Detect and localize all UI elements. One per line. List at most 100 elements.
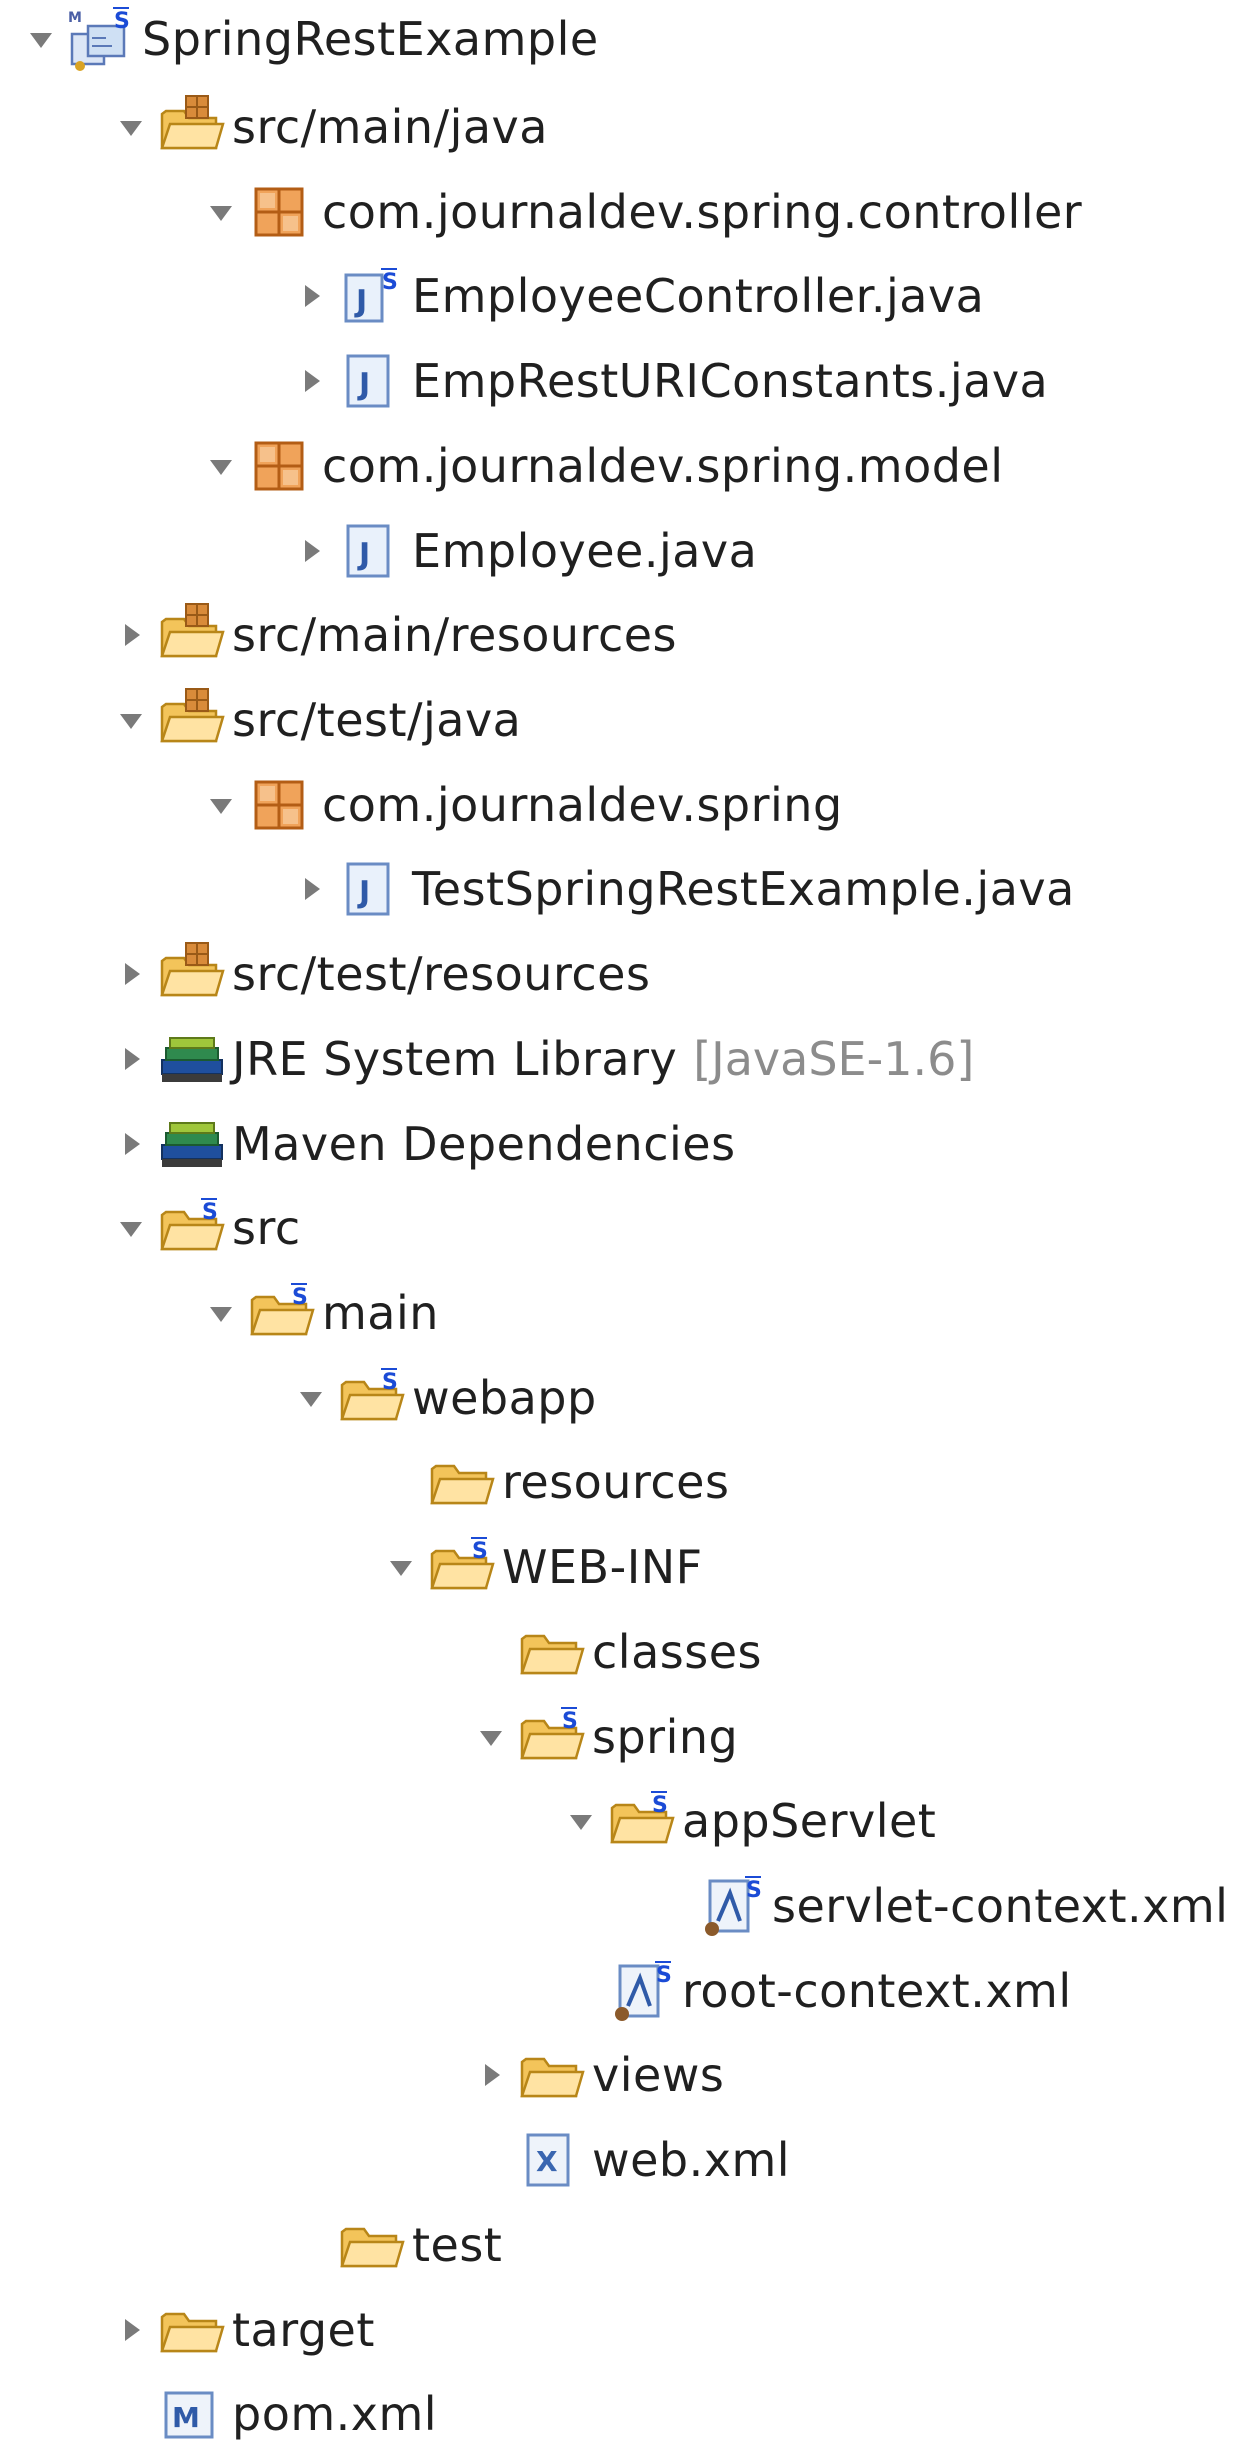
collapsed-arrow-icon[interactable] bbox=[114, 1039, 148, 1079]
tree-item[interactable]: Sservlet-context.xml bbox=[0, 1866, 1246, 1946]
expanded-arrow-icon[interactable] bbox=[204, 192, 238, 232]
spring-maven-project-icon: MS bbox=[62, 4, 140, 74]
library-icon bbox=[152, 1024, 230, 1094]
tree-item[interactable]: JRE System Library [JavaSE-1.6] bbox=[0, 1019, 1246, 1099]
svg-text:M: M bbox=[68, 10, 82, 26]
tree-item[interactable]: Smain bbox=[0, 1273, 1246, 1353]
source-folder-icon bbox=[152, 92, 230, 162]
expanded-arrow-icon[interactable] bbox=[384, 1547, 418, 1587]
expanded-arrow-icon[interactable] bbox=[114, 1208, 148, 1248]
tree-item[interactable]: src/main/resources bbox=[0, 595, 1246, 675]
tree-item[interactable]: Ssrc bbox=[0, 1188, 1246, 1268]
tree-item-decoration: [JavaSE-1.6] bbox=[693, 1032, 975, 1086]
tree-item-label: pom.xml bbox=[232, 2387, 438, 2441]
tree-item[interactable]: J Employee.java bbox=[0, 511, 1246, 591]
collapsed-arrow-icon[interactable] bbox=[294, 531, 328, 571]
folder-icon bbox=[152, 2295, 230, 2365]
collapsed-arrow-icon[interactable] bbox=[474, 2055, 508, 2095]
tree-item-label: spring bbox=[592, 1710, 739, 1764]
collapsed-arrow-icon[interactable] bbox=[294, 361, 328, 401]
tree-item-label: src/main/resources bbox=[232, 608, 678, 662]
svg-text:S: S bbox=[382, 1370, 398, 1395]
tree-item[interactable]: Sspring bbox=[0, 1697, 1246, 1777]
tree-item-label: TestSpringRestExample.java bbox=[412, 862, 1075, 916]
tree-item[interactable]: resources bbox=[0, 1442, 1246, 1522]
spring-java-file-icon: JS bbox=[332, 261, 410, 331]
java-file-icon: J bbox=[332, 346, 410, 416]
tree-item[interactable]: com.journaldev.spring.controller bbox=[0, 172, 1246, 252]
svg-text:S: S bbox=[656, 1963, 672, 1988]
tree-item[interactable]: views bbox=[0, 2035, 1246, 2115]
spring-bean-xml-icon: S bbox=[602, 1956, 680, 2026]
collapsed-arrow-icon[interactable] bbox=[114, 615, 148, 655]
tree-item-label: JRE System Library bbox=[232, 1032, 678, 1086]
collapsed-arrow-icon[interactable] bbox=[114, 1124, 148, 1164]
tree-item[interactable]: src/test/resources bbox=[0, 934, 1246, 1014]
tree-item[interactable]: com.journaldev.spring.model bbox=[0, 426, 1246, 506]
spring-folder-icon: S bbox=[332, 1363, 410, 1433]
folder-icon bbox=[512, 1617, 590, 1687]
tree-item[interactable]: target bbox=[0, 2290, 1246, 2370]
tree-item-label: src bbox=[232, 1201, 301, 1255]
tree-item[interactable]: classes bbox=[0, 1612, 1246, 1692]
tree-item-label: SpringRestExample bbox=[142, 12, 599, 66]
tree-item-label: test bbox=[412, 2218, 503, 2272]
tree-item[interactable]: Maven Dependencies bbox=[0, 1104, 1246, 1184]
tree-item[interactable]: S WEB-INF bbox=[0, 1527, 1246, 1607]
tree-item-label: views bbox=[592, 2048, 725, 2102]
tree-item[interactable]: src/test/java bbox=[0, 680, 1246, 760]
svg-text:M: M bbox=[172, 2401, 200, 2434]
collapsed-arrow-icon[interactable] bbox=[114, 2310, 148, 2350]
expanded-arrow-icon[interactable] bbox=[24, 19, 58, 59]
tree-item[interactable]: Mpom.xml bbox=[0, 2374, 1246, 2454]
tree-item-label: com.journaldev.spring.model bbox=[322, 439, 1004, 493]
collapsed-arrow-icon[interactable] bbox=[294, 276, 328, 316]
spring-folder-icon: S bbox=[602, 1786, 680, 1856]
tree-item[interactable]: Xweb.xml bbox=[0, 2120, 1246, 2200]
collapsed-arrow-icon[interactable] bbox=[114, 954, 148, 994]
svg-text:S: S bbox=[292, 1285, 308, 1310]
folder-icon bbox=[422, 1447, 500, 1517]
tree-item[interactable]: Sroot-context.xml bbox=[0, 1951, 1246, 2031]
expanded-arrow-icon[interactable] bbox=[474, 1717, 508, 1757]
folder-icon bbox=[332, 2210, 410, 2280]
expanded-arrow-icon[interactable] bbox=[204, 446, 238, 486]
tree-item-label: main bbox=[322, 1286, 439, 1340]
tree-item[interactable]: J EmpRestURIConstants.java bbox=[0, 341, 1246, 421]
tree-item-label: resources bbox=[502, 1455, 730, 1509]
library-icon bbox=[152, 1109, 230, 1179]
tree-item-label: EmployeeController.java bbox=[412, 269, 985, 323]
expanded-arrow-icon[interactable] bbox=[564, 1801, 598, 1841]
tree-item-label: Employee.java bbox=[412, 524, 758, 578]
collapsed-arrow-icon[interactable] bbox=[294, 869, 328, 909]
tree-item-label: src/test/java bbox=[232, 693, 522, 747]
expanded-arrow-icon[interactable] bbox=[294, 1378, 328, 1418]
tree-item-label: src/main/java bbox=[232, 100, 548, 154]
expanded-arrow-icon[interactable] bbox=[204, 1293, 238, 1333]
tree-item[interactable]: src/main/java bbox=[0, 87, 1246, 167]
source-folder-icon bbox=[152, 600, 230, 670]
tree-item[interactable]: SappServlet bbox=[0, 1781, 1246, 1861]
expanded-arrow-icon[interactable] bbox=[114, 700, 148, 740]
project-explorer-tree: M S SpringRestExample src/main/java com.jour… bbox=[0, 0, 1246, 2460]
spring-folder-icon: S bbox=[512, 1702, 590, 1772]
source-folder-icon bbox=[152, 939, 230, 1009]
tree-item[interactable]: J S EmployeeController.java bbox=[0, 256, 1246, 336]
tree-item[interactable]: M S SpringRestExample bbox=[0, 0, 1246, 79]
svg-text:S: S bbox=[114, 9, 130, 34]
source-folder-icon bbox=[152, 685, 230, 755]
tree-item-label: web.xml bbox=[592, 2133, 791, 2187]
tree-item-label: root-context.xml bbox=[682, 1964, 1072, 2018]
tree-item[interactable]: J TestSpringRestExample.java bbox=[0, 849, 1246, 929]
tree-item-label: com.journaldev.spring bbox=[322, 778, 843, 832]
expanded-arrow-icon[interactable] bbox=[204, 785, 238, 825]
tree-item[interactable]: test bbox=[0, 2205, 1246, 2285]
svg-text:S: S bbox=[382, 270, 398, 295]
tree-item-label: EmpRestURIConstants.java bbox=[412, 354, 1049, 408]
tree-item[interactable]: Swebapp bbox=[0, 1358, 1246, 1438]
expanded-arrow-icon[interactable] bbox=[114, 107, 148, 147]
tree-item[interactable]: com.journaldev.spring bbox=[0, 765, 1246, 845]
